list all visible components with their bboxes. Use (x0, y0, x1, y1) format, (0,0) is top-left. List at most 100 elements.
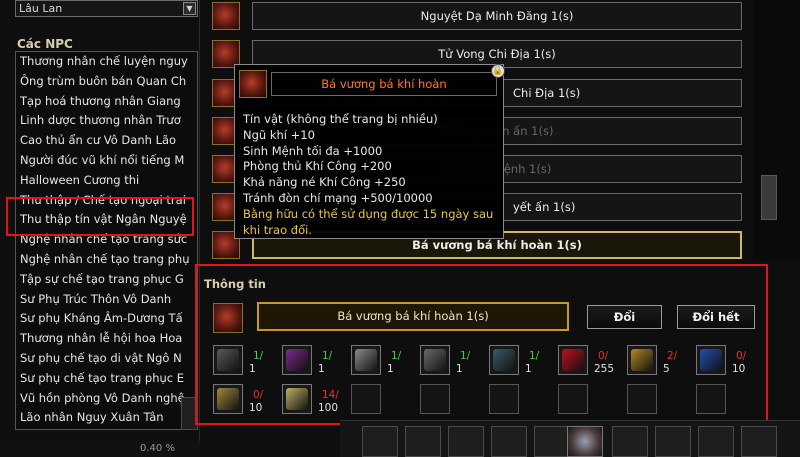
exchange-button[interactable]: Đổi (587, 305, 662, 329)
empty-material-slot (558, 384, 588, 414)
npc-list: Thương nhân chế luyện nguy Ông trùm buôn… (15, 51, 198, 430)
material-icon (700, 349, 722, 371)
npc-list-item[interactable]: Sư phụ chế tạo trang phục E (16, 369, 197, 389)
empty-material-slot (489, 384, 519, 414)
material-slot[interactable] (489, 345, 519, 375)
material-icon (424, 349, 446, 371)
map-dropdown-value: Lâu Lan (19, 2, 63, 15)
npc-list-item[interactable]: Tập sự chế tạo trang phục G (16, 270, 197, 290)
scrollbar-thumb[interactable] (761, 175, 777, 220)
tooltip-line: Khả năng né Khí Công +250 (243, 175, 406, 190)
hotkey-slot[interactable] (698, 426, 734, 457)
selected-item-name: Bá vương bá khí hoàn 1(s) (257, 302, 569, 331)
material-owned-count: 1/ (460, 350, 471, 362)
hotkey-slot[interactable] (741, 426, 777, 457)
material-slot[interactable] (696, 345, 726, 375)
hotkey-slot[interactable] (405, 426, 441, 457)
npc-list-item[interactable]: Lão nhân Nguy Xuân Tân (16, 408, 197, 428)
npc-list-item[interactable]: Thương nhân lễ hội hoa Hoa (16, 329, 197, 349)
tooltip-line: Tín vật (không thể trang bị nhiều) (243, 112, 438, 126)
chevron-down-icon[interactable]: ▼ (183, 2, 196, 15)
ring-icon (213, 303, 243, 333)
material-slot[interactable] (351, 345, 381, 375)
npc-list-item[interactable]: Cao thủ ẩn cư Vô Danh Lão (16, 131, 197, 151)
ring-icon (239, 70, 267, 98)
npc-list-item[interactable]: Tạp hoá thương nhân Giang (16, 92, 197, 112)
npc-list-item[interactable]: Sư phụ Kháng Âm-Dương Tấ (16, 309, 197, 329)
info-section-highlight (195, 264, 768, 425)
npc-section-title: Các NPC (17, 37, 73, 51)
material-required-count: 1 (318, 363, 325, 375)
material-icon (355, 349, 377, 371)
material-owned-count: 1/ (322, 350, 333, 362)
material-slot[interactable] (213, 384, 243, 414)
material-icon (493, 349, 515, 371)
material-required-count: 1 (387, 363, 394, 375)
material-owned-count: 0/ (253, 389, 264, 401)
npc-list-item[interactable]: Sư Phụ Trúc Thôn Vô Danh (16, 290, 197, 310)
hotkey-slot[interactable] (491, 426, 527, 457)
material-icon (217, 349, 239, 371)
material-required-count: 10 (249, 402, 263, 414)
material-icon (631, 349, 653, 371)
material-slot[interactable] (213, 345, 243, 375)
tooltip-line: Ngũ khí +10 (243, 127, 315, 142)
item-list-scrollbar[interactable] (753, 0, 800, 262)
lantern-icon (212, 2, 240, 30)
hotkey-slot[interactable] (534, 426, 570, 457)
npc-list-item[interactable]: Người đúc vũ khí nổi tiếng M (16, 151, 197, 171)
npc-list-item[interactable]: Vũ hồn phòng Vô Danh nghệ (16, 389, 197, 409)
hotkey-slot-item[interactable] (567, 426, 603, 457)
selected-npc-highlight (6, 197, 194, 236)
empty-material-slot (351, 384, 381, 414)
material-slot[interactable] (627, 345, 657, 375)
material-owned-count: 2/ (667, 350, 678, 362)
material-required-count: 255 (594, 363, 615, 375)
tooltip-line: Phòng thủ Khí Công +200 (243, 159, 392, 174)
material-required-count: 100 (318, 402, 339, 414)
empty-material-slot (696, 384, 726, 414)
map-dropdown[interactable]: Lâu Lan ▼ (15, 0, 198, 17)
tooltip-line: Tránh đòn chí mạng +500/10000 (243, 190, 433, 205)
material-required-count: 1 (249, 363, 256, 375)
lock-icon: 🔒 (491, 64, 505, 78)
material-owned-count: 0/ (598, 350, 609, 362)
material-icon (562, 349, 584, 371)
material-icon (217, 388, 239, 410)
status-percent: 0.40 % (140, 443, 175, 454)
item-tooltip: Bá vương bá khí hoàn 🔒 Tín vật (không th… (234, 64, 505, 239)
hotkey-slot[interactable] (362, 426, 398, 457)
tooltip-lines: Tín vật (không thể trang bị nhiều) Ngũ k… (243, 112, 493, 238)
hotkey-slot[interactable] (448, 426, 484, 457)
npc-list-item[interactable]: Linh dược thương nhân Trươ (16, 111, 197, 131)
item-name[interactable]: Nguyệt Dạ Minh Đăng 1(s) (252, 2, 742, 30)
info-title: Thông tin (204, 277, 266, 291)
material-owned-count: 0/ (736, 350, 747, 362)
material-icon (286, 349, 308, 371)
npc-list-item[interactable]: Nghệ nhân chế tạo trang phụ (16, 250, 197, 270)
status-line: 0.40 % (0, 441, 200, 457)
empty-material-slot (420, 384, 450, 414)
material-required-count: 10 (732, 363, 746, 375)
material-owned-count: 1/ (391, 350, 402, 362)
item-row[interactable]: Nguyệt Dạ Minh Đăng 1(s) (212, 2, 742, 30)
npc-list-item[interactable]: Thương nhân chế luyện nguy (16, 52, 197, 72)
npc-list-item[interactable]: Halloween Cương thi (16, 171, 197, 191)
tooltip-line: khi trao đổi. (243, 222, 312, 237)
material-required-count: 1 (456, 363, 463, 375)
material-slot[interactable] (558, 345, 588, 375)
material-owned-count: 1/ (529, 350, 540, 362)
exchange-all-button[interactable]: Đổi hết (677, 305, 755, 329)
hotkey-slot[interactable] (612, 426, 648, 457)
tooltip-line: Sinh Mệnh tối đa +1000 (243, 143, 383, 158)
npc-list-item[interactable]: Ông trùm buôn bán Quan Ch (16, 72, 197, 92)
material-icon (286, 388, 308, 410)
npc-list-item[interactable]: Sư phụ chế tạo di vật Ngô N (16, 349, 197, 369)
hotkey-slot[interactable] (655, 426, 691, 457)
tooltip-title: Bá vương bá khí hoàn (271, 72, 497, 96)
material-slot[interactable] (282, 345, 312, 375)
material-required-count: 5 (663, 363, 670, 375)
material-slot[interactable] (282, 384, 312, 414)
material-slot[interactable] (420, 345, 450, 375)
material-required-count: 1 (525, 363, 532, 375)
